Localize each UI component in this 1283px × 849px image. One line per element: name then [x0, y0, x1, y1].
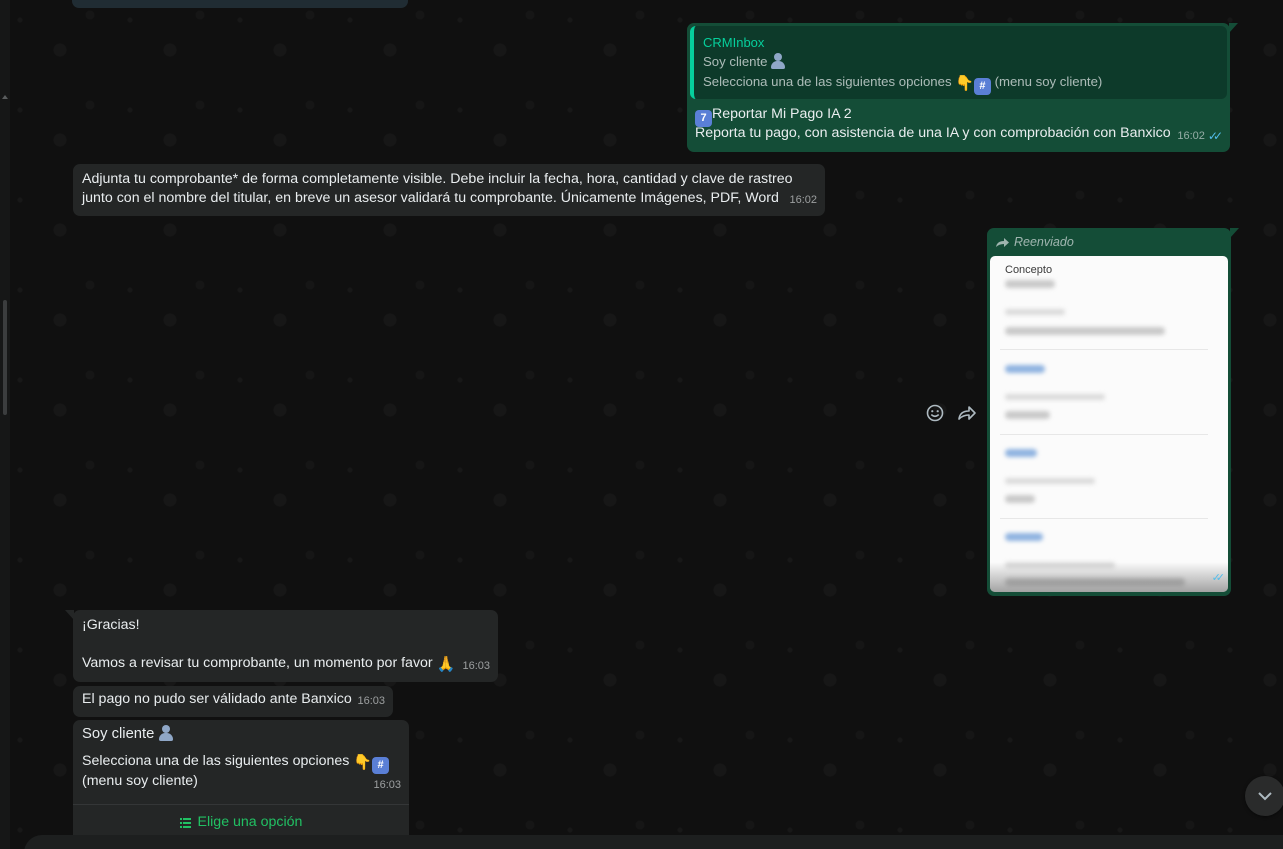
receipt-divider — [1000, 434, 1208, 435]
receipt-image[interactable]: Concepto ✓✓ — [990, 256, 1228, 592]
quote-line-1-text: Soy cliente — [703, 54, 768, 69]
forward-icon[interactable] — [956, 402, 978, 424]
image-overlay — [990, 562, 1228, 592]
message-time: 16:03 — [462, 660, 490, 672]
blurred-text — [1005, 478, 1095, 484]
message-meta: 16:03 — [373, 776, 401, 795]
quote-line-2-suffix: (menu soy cliente) — [994, 74, 1103, 89]
receipt-concept-label: Concepto — [1005, 264, 1053, 276]
blurred-text — [1005, 309, 1065, 315]
pointing-down-icon: 👇 — [353, 754, 373, 771]
message-title: Reportar Mi Pago IA 2 — [712, 106, 852, 122]
pointing-down-icon: 👇 — [955, 75, 974, 92]
blurred-heading — [1005, 533, 1043, 541]
receipt-divider — [1000, 349, 1208, 350]
quote-author: CRMInbox — [703, 35, 765, 50]
message-time: 16:02 — [789, 194, 817, 206]
incoming-message-menu[interactable]: Soy cliente Selecciona una de las siguie… — [73, 720, 409, 840]
message-time: 16:03 — [357, 695, 385, 707]
message-text-line-2-text: Vamos a revisar tu comprobante, un momen… — [82, 655, 433, 671]
incoming-message-gracias[interactable]: ¡Gracias! Vamos a revisar tu comprobante… — [65, 610, 498, 682]
message-meta: 16:02 ✓✓ — [1177, 127, 1223, 146]
incoming-message-validation[interactable]: El pago no pudo ser válidado ante Banxic… — [73, 686, 393, 717]
message-composer[interactable] — [24, 835, 1283, 849]
message-body: Reporta tu pago, con asistencia de una I… — [695, 125, 1171, 141]
blurred-heading — [1005, 365, 1045, 373]
quote-line-1: Soy cliente — [703, 52, 1219, 72]
bust-silhouette-icon — [771, 53, 786, 69]
message-text-line-1: Adjunta tu comprobante* de forma complet… — [82, 171, 793, 187]
list-icon — [179, 817, 191, 828]
bubble-tail — [65, 610, 74, 620]
previous-message-edge — [72, 0, 408, 8]
choose-option-label: Elige una opción — [197, 814, 303, 830]
message-meta: 16:03 — [462, 657, 490, 676]
message-title-row: Soy cliente — [82, 725, 173, 744]
emoji-react-icon[interactable] — [924, 402, 946, 424]
hash-keycap-icon: # — [372, 757, 390, 774]
bubble-tail — [1230, 228, 1239, 238]
scroll-to-bottom-button[interactable] — [1245, 776, 1283, 816]
blurred-heading — [1005, 449, 1037, 457]
blurred-text — [1005, 327, 1165, 335]
read-ticks-icon: ✓✓ — [1211, 572, 1226, 584]
quote-line-2-text: Selecciona una de las siguientes opcione… — [703, 74, 952, 89]
message-title: Soy cliente — [82, 726, 155, 742]
forwarded-label-text: Reenviado — [1014, 235, 1074, 249]
scrollbar-thumb[interactable] — [3, 300, 7, 415]
scroll-up-arrow[interactable] — [2, 95, 8, 99]
message-text-line-2: junto con el nombre del titular, en brev… — [82, 190, 779, 206]
message-text: El pago no pudo ser válidado ante Banxic… — [82, 691, 352, 707]
outgoing-message-menu-reply[interactable]: CRMInbox Soy cliente Selecciona una de l… — [687, 23, 1238, 152]
forwarded-image-message[interactable]: Reenviado Concepto ✓✓ — [987, 228, 1239, 596]
message-meta: 16:02 — [789, 191, 817, 210]
message-text-line-3: (menu soy cliente) — [82, 773, 198, 789]
praying-hands-icon: 🙏 — [436, 656, 456, 673]
blurred-text — [1005, 495, 1035, 503]
message-meta: 16:03 — [357, 692, 385, 711]
incoming-message-instructions[interactable]: Adjunta tu comprobante* de forma complet… — [73, 164, 825, 216]
message-text-line-2: Selecciona una de las siguientes opcione… — [82, 752, 390, 774]
blurred-text — [1005, 411, 1050, 419]
message-time: 16:02 — [1177, 130, 1205, 142]
bubble-tail — [1229, 23, 1238, 33]
forwarded-arrow-icon — [996, 238, 1009, 247]
message-text-line-2-text: Selecciona una de las siguientes opcione… — [82, 753, 350, 769]
forwarded-label: Reenviado — [995, 233, 1074, 252]
bust-silhouette-icon — [158, 725, 173, 741]
receipt-divider — [1000, 518, 1208, 519]
message-text-line-2: Vamos a revisar tu comprobante, un momen… — [82, 654, 455, 674]
read-ticks-icon: ✓✓ — [1207, 129, 1223, 143]
blurred-text — [1005, 280, 1055, 288]
chat-area: CRMInbox Soy cliente Selecciona una de l… — [0, 0, 1283, 849]
hash-keycap-icon: # — [973, 78, 991, 95]
left-scrollbar[interactable] — [0, 0, 10, 849]
chevron-down-icon — [1258, 792, 1272, 801]
quote-line-2: Selecciona una de las siguientes opcione… — [703, 72, 1219, 95]
message-text-line-1: ¡Gracias! — [82, 617, 140, 633]
blurred-text — [1005, 394, 1105, 400]
quoted-message[interactable]: CRMInbox Soy cliente Selecciona una de l… — [690, 26, 1227, 99]
message-time: 16:03 — [373, 779, 401, 791]
